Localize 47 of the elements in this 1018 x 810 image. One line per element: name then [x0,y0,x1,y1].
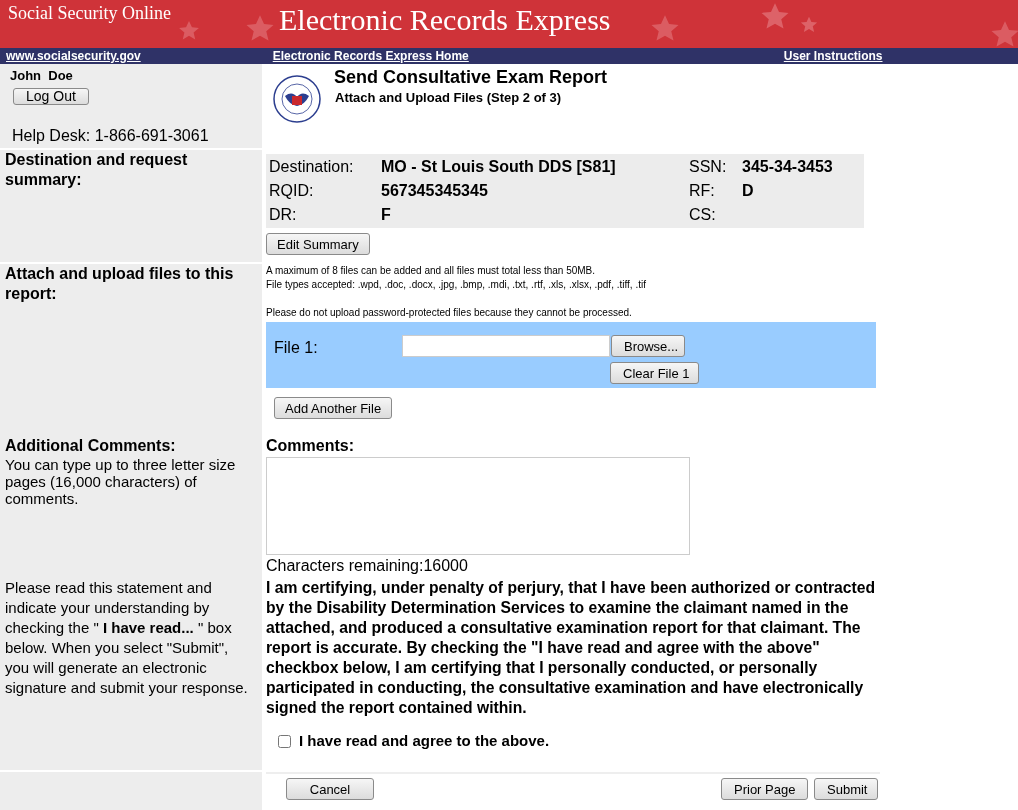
certification-statement: I am certifying, under penalty of perjury, that I have been authorized or contracted by the Disability Determination Services to examine the claimant named in the attached, and produced a consultative examination report for that claimant. The report is accurate. By checking the "I have read and agree with the above" checkbox below, I am certifying that I personally conducted, or personally participated in conducting, the consultative examination and have electronically signed the report contained within. [266,578,877,718]
page-title: Send Consultative Exam Report [334,66,608,88]
logout-button[interactable]: Log Out [13,87,89,105]
upload-note: File types accepted: .wpd, .doc, .docx, .jpg, .bmp, .mdi, .txt, .rtf, .xls, .xlsx, .pdf, .tiff, .tif [266,278,646,292]
comments-field[interactable] [266,457,690,555]
clear-file-button[interactable]: Clear File 1 [610,362,699,384]
field-value: 345-34-3453 [742,157,834,177]
section-heading: Destination and request summary: [5,150,189,190]
page-subtitle: Attach and Upload Files (Step 2 of 3) [335,89,563,107]
field-label: DR: [269,205,298,225]
help-desk-text: Help Desk: 1-866-691-3061 [12,126,209,146]
statement-instructions: Please read this statement and indicate your understanding by checking the " I have read... " box below. When you select "Submit", you will generate an electronic signature and submit your response. [5,578,249,698]
banner-title: Electronic Records Express [278,2,611,38]
field-label: RQID: [269,181,315,201]
comments-label: Comments: [266,436,354,456]
field-value: 567345345345 [381,181,489,201]
field-label: CS: [689,205,717,225]
agree-checkbox[interactable] [278,734,291,748]
comments-help-text: You can type up to three letter size pages (16,000 characters) of comments. [5,456,237,507]
field-value: D [742,181,755,201]
seal-logo-icon [272,74,322,124]
section-heading: Additional Comments: [5,436,177,456]
nav-link[interactable]: User Instructions [783,47,883,65]
site-name: Social Security Online [8,2,171,24]
field-value: MO - St Louis South DDS [S81] [381,157,617,177]
upload-note: A maximum of 8 files can be added and all files must total less than 50MB. [266,264,596,278]
prior-page-button[interactable]: Prior Page [721,778,808,800]
field-label: Destination: [269,157,355,177]
browse-button[interactable]: Browse... [611,335,685,357]
field-value: F [381,205,392,225]
edit-summary-button[interactable]: Edit Summary [266,233,370,255]
characters-remaining: Characters remaining:16000 [266,556,468,576]
nav-link[interactable]: www.socialsecurity.gov [6,47,141,65]
agree-label: I have read and agree to the above. [299,731,550,751]
submit-button[interactable]: Submit [814,778,878,800]
cancel-button[interactable]: Cancel [286,778,374,800]
star-icon [178,20,200,42]
file-path-field[interactable] [402,335,610,357]
field-label: SSN: [689,157,728,177]
file-label: File 1: [274,338,318,358]
field-label: RF: [689,181,716,201]
star-icon [800,16,818,34]
user-name: John Doe [10,67,73,85]
section-heading: Attach and upload files to this report: [5,264,235,304]
upload-warning: Please do not upload password-protected files because they cannot be processed. [266,306,632,320]
nav-link[interactable]: Electronic Records Express Home [272,47,469,65]
add-file-button[interactable]: Add Another File [274,397,393,419]
